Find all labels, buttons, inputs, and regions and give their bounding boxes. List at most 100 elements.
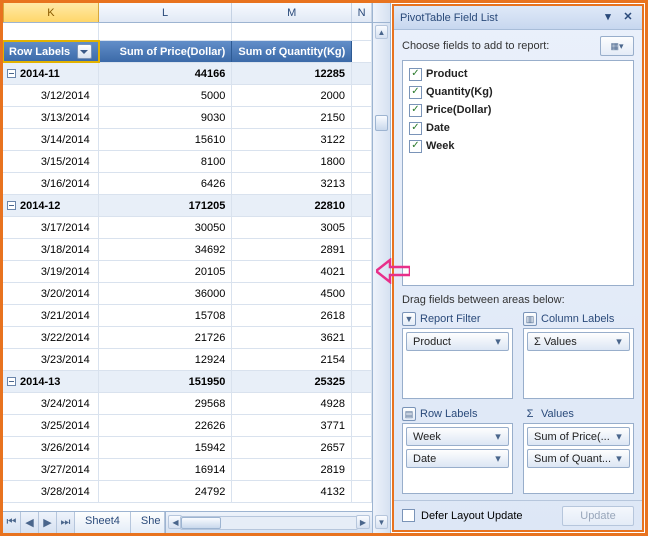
field-list[interactable]: ✓ Product ✓Quantity(Kg) ✓Price(Dollar) ✓D… bbox=[402, 60, 634, 286]
pill-product[interactable]: Product▾ bbox=[406, 332, 509, 351]
chevron-down-icon[interactable]: ▾ bbox=[613, 452, 625, 465]
area-title-text: Values bbox=[541, 408, 574, 420]
sigma-icon: Σ bbox=[523, 408, 537, 420]
cell-price: 20105 bbox=[99, 261, 233, 282]
col-header-L[interactable]: L bbox=[99, 3, 233, 22]
table-row[interactable]: 3/14/2014156103122 bbox=[3, 129, 372, 151]
col-header-N[interactable]: N bbox=[352, 3, 372, 22]
table-row[interactable] bbox=[3, 23, 372, 41]
grid[interactable]: Row LabelsSum of Price(Dollar)Sum of Qua… bbox=[3, 23, 372, 511]
table-row[interactable]: Row LabelsSum of Price(Dollar)Sum of Qua… bbox=[3, 41, 372, 63]
checkbox-icon[interactable]: ✓ bbox=[409, 140, 422, 153]
cell-price: 12924 bbox=[99, 349, 233, 370]
collapse-icon[interactable] bbox=[7, 69, 16, 78]
checkbox-icon[interactable]: ✓ bbox=[409, 122, 422, 135]
hscroll-right[interactable]: ▶ bbox=[356, 515, 370, 529]
row-labels-header[interactable]: Row Labels bbox=[3, 41, 99, 62]
vscroll-thumb[interactable] bbox=[375, 115, 388, 131]
cell-qty: 3005 bbox=[232, 217, 352, 238]
cell-date: 3/13/2014 bbox=[3, 107, 99, 128]
collapse-icon[interactable] bbox=[7, 377, 16, 386]
chevron-down-icon[interactable]: ▾ bbox=[492, 335, 504, 348]
field-date[interactable]: ✓Date bbox=[409, 119, 627, 137]
pill-date[interactable]: Date▾ bbox=[406, 449, 509, 468]
spreadsheet-pane: K L M N Row LabelsSum of Price(Dollar)Su… bbox=[3, 3, 373, 533]
cell-price: 15708 bbox=[99, 305, 233, 326]
dropdown-icon[interactable]: ▾ bbox=[600, 11, 616, 25]
tab-nav-prev[interactable]: ◀ bbox=[21, 512, 39, 533]
pill-sum-qty[interactable]: Sum of Quant...▾ bbox=[527, 449, 630, 468]
field-price[interactable]: ✓Price(Dollar) bbox=[409, 101, 627, 119]
pill-week[interactable]: Week▾ bbox=[406, 427, 509, 446]
checkbox-icon[interactable]: ✓ bbox=[409, 104, 422, 117]
row-labels-box[interactable]: Week▾ Date▾ bbox=[402, 423, 513, 494]
pill-sum-price[interactable]: Sum of Price(...▾ bbox=[527, 427, 630, 446]
cell-price: 15942 bbox=[99, 437, 233, 458]
report-filter-box[interactable]: Product▾ bbox=[402, 328, 513, 399]
table-row[interactable]: 3/21/2014157082618 bbox=[3, 305, 372, 327]
cell-price: 36000 bbox=[99, 283, 233, 304]
group-label[interactable]: 2014-13 bbox=[3, 371, 99, 392]
col-header-K[interactable]: K bbox=[3, 3, 99, 22]
table-row[interactable]: 2014-1315195025325 bbox=[3, 371, 372, 393]
field-quantity[interactable]: ✓Quantity(Kg) bbox=[409, 83, 627, 101]
column-labels-box[interactable]: Σ Values▾ bbox=[523, 328, 634, 399]
horizontal-scrollbar[interactable]: ◀ ▶ bbox=[165, 512, 372, 533]
layout-options-button[interactable]: ▦▾ bbox=[600, 36, 634, 56]
table-row[interactable]: 3/20/2014360004500 bbox=[3, 283, 372, 305]
cell-date: 3/18/2014 bbox=[3, 239, 99, 260]
table-row[interactable]: 3/17/2014300503005 bbox=[3, 217, 372, 239]
chevron-down-icon[interactable]: ▾ bbox=[492, 430, 504, 443]
table-row[interactable]: 3/22/2014217263621 bbox=[3, 327, 372, 349]
table-row[interactable]: 3/15/201481001800 bbox=[3, 151, 372, 173]
table-row[interactable]: 2014-114416612285 bbox=[3, 63, 372, 85]
field-product[interactable]: ✓ Product bbox=[409, 65, 627, 83]
columns-icon: ▥ bbox=[523, 312, 537, 326]
area-title-text: Row Labels bbox=[420, 408, 477, 420]
collapse-icon[interactable] bbox=[7, 201, 16, 210]
table-row[interactable]: 3/19/2014201054021 bbox=[3, 261, 372, 283]
area-report-filter: ▼Report Filter Product▾ bbox=[402, 310, 513, 399]
chevron-down-icon[interactable]: ▾ bbox=[613, 430, 625, 443]
area-values: Σ Values Sum of Price(...▾ Sum of Quant..… bbox=[523, 405, 634, 494]
pill-values-col[interactable]: Σ Values▾ bbox=[527, 332, 630, 351]
table-row[interactable]: 3/24/2014295684928 bbox=[3, 393, 372, 415]
tab-sheet4[interactable]: Sheet4 bbox=[75, 512, 131, 533]
chevron-down-icon[interactable]: ▾ bbox=[613, 335, 625, 348]
vertical-scrollbar[interactable]: ▲ ▼ bbox=[373, 3, 391, 533]
cell-price: 6426 bbox=[99, 173, 233, 194]
checkbox-icon[interactable]: ✓ bbox=[409, 86, 422, 99]
pane-title-bar[interactable]: PivotTable Field List ▾ ✕ bbox=[394, 6, 642, 30]
table-row[interactable]: 3/12/201450002000 bbox=[3, 85, 372, 107]
checkbox-icon[interactable]: ✓ bbox=[409, 68, 422, 81]
table-row[interactable]: 2014-1217120522810 bbox=[3, 195, 372, 217]
table-row[interactable]: 3/26/2014159422657 bbox=[3, 437, 372, 459]
field-label: Product bbox=[426, 68, 468, 80]
table-row[interactable]: 3/18/2014346922891 bbox=[3, 239, 372, 261]
cell-qty: 2618 bbox=[232, 305, 352, 326]
cell-qty: 4500 bbox=[232, 283, 352, 304]
col-header-M[interactable]: M bbox=[232, 3, 352, 22]
cell-date: 3/23/2014 bbox=[3, 349, 99, 370]
close-icon[interactable]: ✕ bbox=[620, 11, 636, 25]
table-row[interactable]: 3/23/2014129242154 bbox=[3, 349, 372, 371]
table-row[interactable]: 3/16/201464263213 bbox=[3, 173, 372, 195]
field-week[interactable]: ✓Week bbox=[409, 137, 627, 155]
chevron-down-icon[interactable]: ▾ bbox=[492, 452, 504, 465]
table-row[interactable]: 3/27/2014169142819 bbox=[3, 459, 372, 481]
values-box[interactable]: Sum of Price(...▾ Sum of Quant...▾ bbox=[523, 423, 634, 494]
filter-dropdown-button[interactable] bbox=[77, 44, 92, 59]
group-label[interactable]: 2014-11 bbox=[3, 63, 99, 84]
vscroll-down[interactable]: ▼ bbox=[375, 515, 388, 529]
hscroll-thumb[interactable] bbox=[181, 517, 221, 529]
table-row[interactable]: 3/13/201490302150 bbox=[3, 107, 372, 129]
tab-nav-last[interactable]: ⏭ bbox=[57, 512, 75, 533]
tab-nav-first[interactable]: ⏮ bbox=[3, 512, 21, 533]
tab-nav-next[interactable]: ▶ bbox=[39, 512, 57, 533]
vscroll-up[interactable]: ▲ bbox=[375, 25, 388, 39]
group-label[interactable]: 2014-12 bbox=[3, 195, 99, 216]
table-row[interactable]: 3/25/2014226263771 bbox=[3, 415, 372, 437]
tab-sheet-trunc[interactable]: She bbox=[131, 512, 166, 533]
defer-checkbox[interactable] bbox=[402, 509, 415, 522]
table-row[interactable]: 3/28/2014247924132 bbox=[3, 481, 372, 503]
